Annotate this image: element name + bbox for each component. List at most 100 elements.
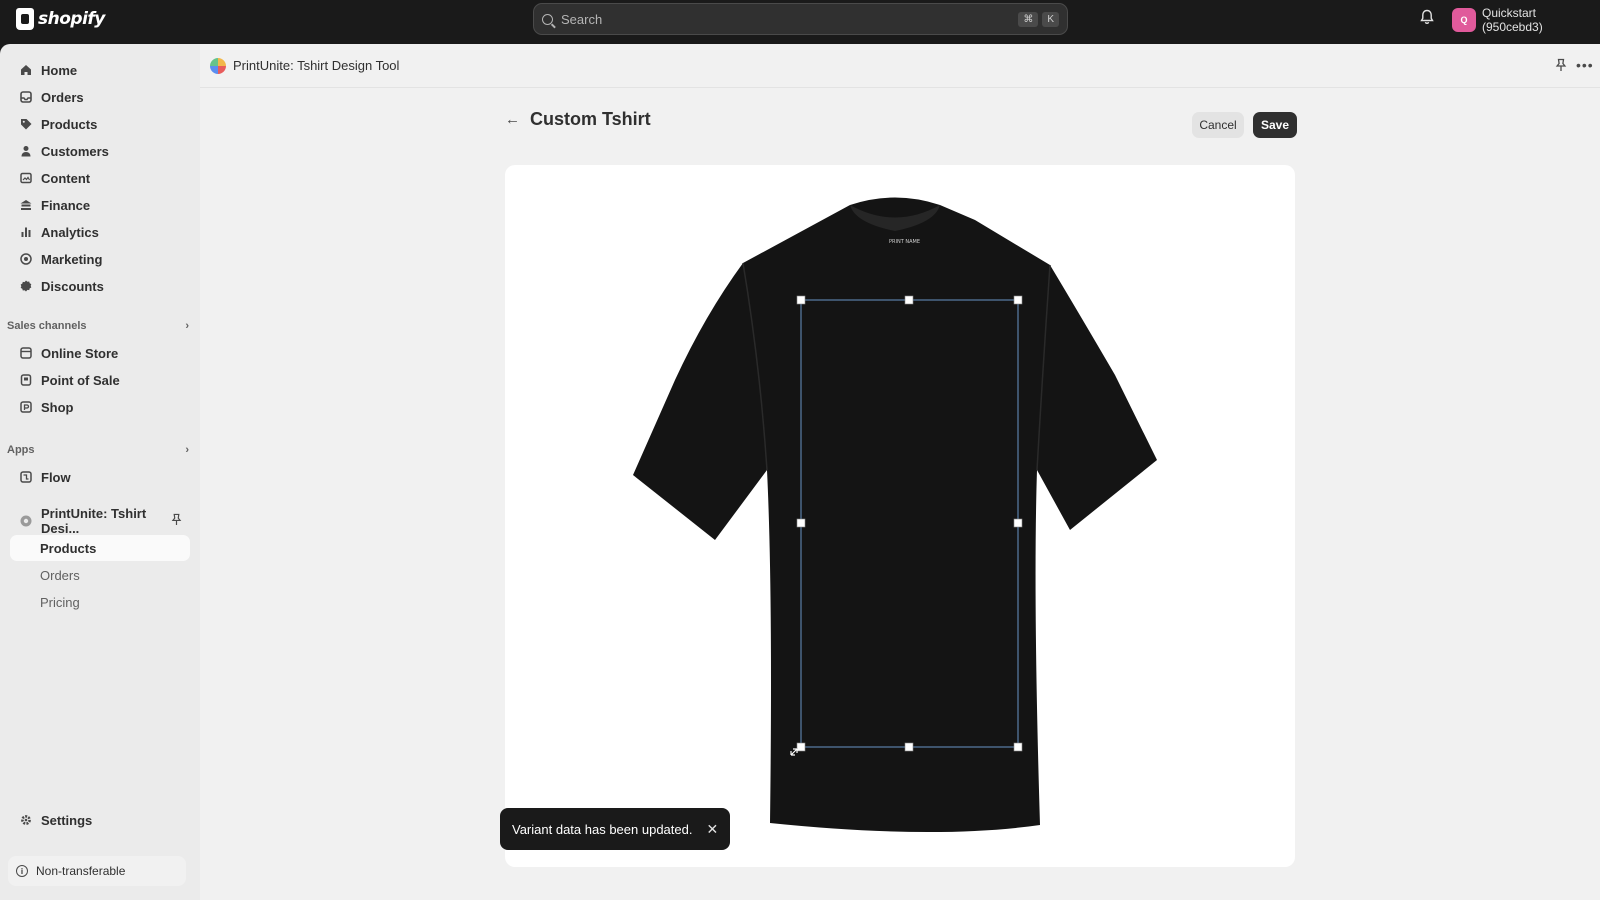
sidebar-item-printunite[interactable]: PrintUnite: Tshirt Desi... [10,506,190,536]
sidebar-item-customers[interactable]: Customers [10,138,190,164]
person-icon [19,144,33,158]
sidebar-item-discounts[interactable]: Discounts [10,273,190,299]
sidebar-item-label: Products [41,116,98,132]
gear-icon [19,813,33,827]
sidebar: Home Orders Products Customers Content F… [0,44,200,900]
sidebar-item-finance[interactable]: Finance [10,192,190,218]
sidebar-item-orders[interactable]: Orders [10,84,190,110]
store-name: Quickstart (950cebd3) [1481,6,1543,34]
sidebar-subitem-pricing[interactable]: Pricing [10,589,190,615]
chevron-right-icon: › [185,320,189,332]
tshirt-design-canvas[interactable]: PRINT NAME [505,165,1295,867]
shop-icon [19,400,33,414]
printunite-app-icon [19,514,33,528]
store-avatar: Q [1452,8,1476,32]
chevron-right-icon: › [185,444,189,456]
toast-notification: Variant data has been updated. ✕ [500,808,731,850]
resize-handle-bottom-left[interactable] [796,742,806,752]
save-button[interactable]: Save [1253,112,1297,138]
sidebar-item-label: Content [41,170,91,186]
page-header: ← Custom Tshirt [505,109,651,130]
sidebar-item-label: Analytics [41,224,99,240]
sidebar-item-analytics[interactable]: Analytics [10,219,190,245]
sales-channels-header[interactable]: Sales channels › [7,320,189,332]
printunite-logo-icon [210,57,226,74]
shortcut-key-k: K [1042,11,1059,27]
pos-icon [19,373,33,387]
sidebar-item-settings[interactable]: Settings [10,807,190,833]
resize-handle-top-right[interactable] [1013,295,1023,305]
info-icon: i [16,865,28,877]
search-placeholder: Search [561,11,603,27]
resize-handle-top-left[interactable] [796,295,806,305]
sidebar-item-home[interactable]: Home [10,57,190,83]
sidebar-item-label: Customers [41,143,109,159]
sidebar-subitem-label: Orders [40,567,80,583]
notification-bell-icon[interactable] [1420,9,1434,25]
discount-icon [19,279,33,293]
shopify-logo[interactable]: shopify [16,8,105,30]
apps-title: Apps [7,444,35,456]
sidebar-item-flow[interactable]: Flow [10,464,190,490]
pin-icon[interactable] [171,513,182,529]
cancel-button[interactable]: Cancel [1192,112,1244,138]
more-actions-icon[interactable]: ••• [1576,57,1594,73]
sidebar-subitem-label: Products [40,540,97,556]
sidebar-subitem-label: Pricing [40,594,80,610]
flow-icon [19,470,33,484]
resize-handle-right[interactable] [1013,518,1023,528]
sidebar-subitem-products[interactable]: Products [10,535,190,561]
sidebar-item-online-store[interactable]: Online Store [10,340,190,366]
apps-header[interactable]: Apps › [7,444,189,456]
brand-name: shopify [38,9,105,29]
resize-handle-bottom[interactable] [904,742,914,752]
sales-channels-title: Sales channels [7,320,87,332]
toast-message: Variant data has been updated. [512,821,693,837]
sidebar-item-label: Shop [41,399,74,415]
sidebar-item-label: Point of Sale [41,372,120,388]
content-icon [19,171,33,185]
shortcut-key-cmd: ⌘ [1018,11,1039,27]
top-bar: shopify Search ⌘ K Q Quickstart (950cebd… [0,0,1600,44]
sidebar-item-label: Discounts [41,278,104,294]
tag-icon [19,117,33,131]
page-title: Custom Tshirt [530,109,651,129]
target-icon [19,252,33,266]
sidebar-item-label: Marketing [41,251,103,267]
sidebar-item-shop[interactable]: Shop [10,394,190,420]
orders-icon [19,90,33,104]
non-transferable-label: Non-transferable [36,864,126,878]
resize-handle-top[interactable] [904,295,914,305]
sidebar-item-point-of-sale[interactable]: Point of Sale [10,367,190,393]
sidebar-item-label: PrintUnite: Tshirt Desi... [41,506,147,536]
sidebar-item-label: Online Store [41,345,119,361]
sidebar-subitem-orders[interactable]: Orders [10,562,190,588]
close-icon[interactable]: ✕ [706,821,718,838]
tshirt-image [633,197,1157,833]
home-icon [19,63,33,77]
sidebar-item-label: Orders [41,89,84,105]
app-header: PrintUnite: Tshirt Design Tool [200,44,1600,88]
sidebar-item-content[interactable]: Content [10,165,190,191]
store-icon [19,346,33,360]
sidebar-item-products[interactable]: Products [10,111,190,137]
bank-icon [19,198,33,212]
store-menu[interactable]: Q Quickstart (950cebd3) [1452,6,1600,34]
app-title: PrintUnite: Tshirt Design Tool [233,58,400,73]
non-transferable-badge[interactable]: i Non-transferable [8,856,186,886]
resize-handle-left[interactable] [796,518,806,528]
sidebar-item-label: Finance [41,197,91,213]
bar-chart-icon [19,225,33,239]
tshirt-collar-label: PRINT NAME [889,239,920,245]
sidebar-item-marketing[interactable]: Marketing [10,246,190,272]
sidebar-item-label: Home [41,62,78,78]
shopify-bag-icon [16,8,34,30]
sidebar-item-label: Flow [41,469,71,485]
search-icon [542,13,553,25]
design-canvas-card: PRINT NAME [505,165,1295,867]
resize-handle-bottom-right[interactable] [1013,742,1023,752]
search-bar[interactable]: Search ⌘ K [533,3,1068,35]
sidebar-item-label: Settings [41,812,93,828]
pin-icon[interactable] [1555,58,1567,72]
back-arrow-icon[interactable]: ← [505,111,520,128]
